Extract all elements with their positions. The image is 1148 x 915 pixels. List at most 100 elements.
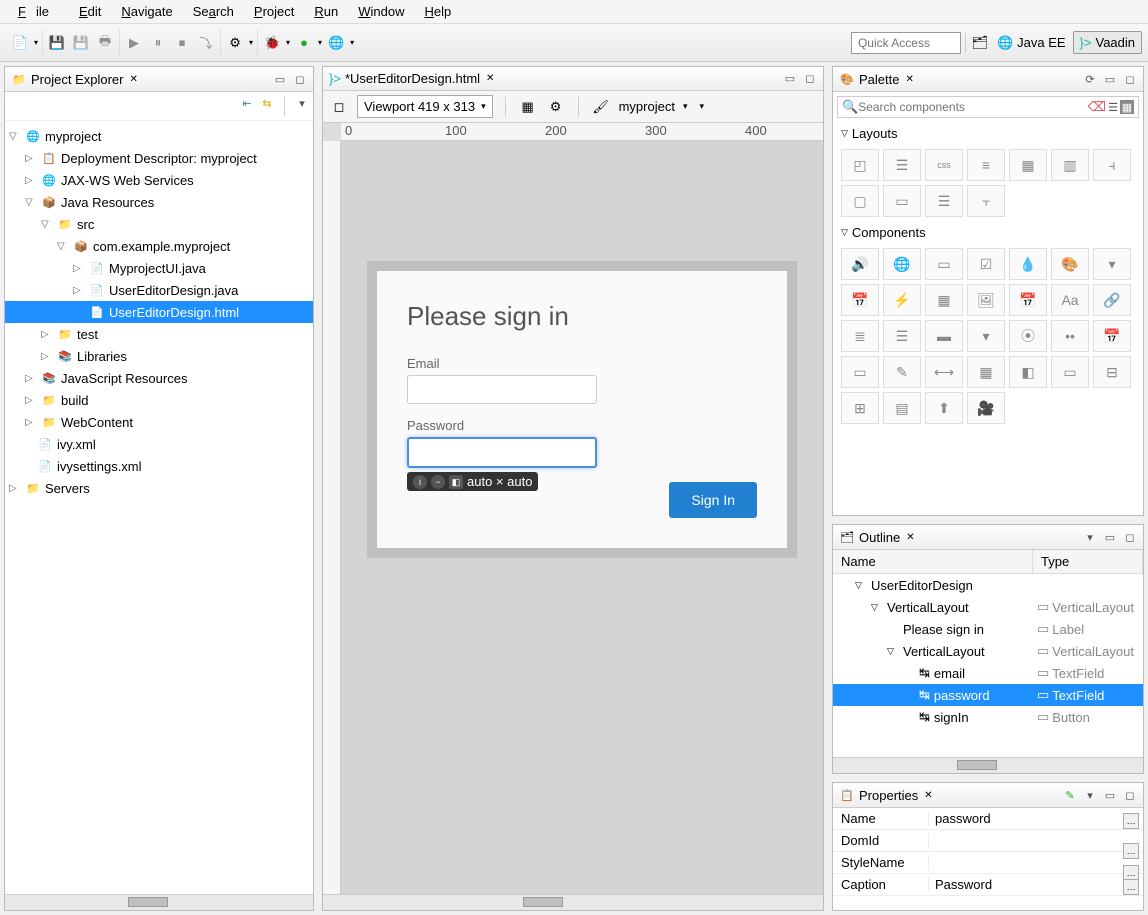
outline-row[interactable]: ↹email▭TextField [833,662,1143,684]
comp-richtext[interactable]: ✎ [883,356,921,388]
menu-navigate[interactable]: Navigate [111,2,182,21]
password-field[interactable] [407,437,597,468]
minimize-outline-icon[interactable]: ▭ [1103,530,1117,544]
stop-button[interactable]: ⏹ [172,33,192,53]
comp-tabsheet[interactable]: ◧ [1009,356,1047,388]
comp-grid[interactable]: ▦ [925,284,963,316]
open-perspective-icon[interactable]: 🗂 [970,33,990,53]
maximize-palette-icon[interactable]: ◻ [1123,72,1137,86]
layout-panel[interactable]: ▢ [841,185,879,217]
comp-menubar[interactable]: ☰ [883,320,921,352]
layout-form[interactable]: ≡ [967,149,1005,181]
print-button[interactable]: 🖶 [95,33,115,53]
canvas-area[interactable]: 0 100 200 300 400 Please sign in Email P… [323,123,823,894]
link-editor-icon[interactable]: ⇆ [260,96,274,110]
palette-search[interactable]: 🔍 ⌫ ☰ ▦ [837,96,1139,118]
minimize-editor-icon[interactable]: ▭ [783,72,797,86]
explorer-scrollbar[interactable] [5,894,313,910]
gear1-icon[interactable]: ⚙ [225,33,245,53]
comp-button[interactable]: ▭ [925,248,963,280]
menu-search[interactable]: Search [183,2,244,21]
quick-access-input[interactable] [851,32,961,54]
outline-row[interactable]: ▽VerticalLayout▭VerticalLayout [833,640,1143,662]
layouts-header[interactable]: ▽Layouts [833,122,1143,145]
debug-button[interactable]: 🐞 [262,33,282,53]
tree-javares[interactable]: ▽📦Java Resources [5,191,313,213]
comp-flash[interactable]: ⚡ [883,284,921,316]
tree-build[interactable]: ▷📁build [5,389,313,411]
bound-icon[interactable]: ◻ [329,97,349,117]
grid-icon[interactable]: ▦ [518,97,538,117]
layout-horizontal[interactable]: ▥ [1051,149,1089,181]
outline-scrollbar[interactable] [833,757,1143,773]
comp-label[interactable]: Aa [1051,284,1089,316]
tree-servers[interactable]: ▷📁Servers [5,477,313,499]
outline-row[interactable]: ▽VerticalLayout▭VerticalLayout [833,596,1143,618]
layout-grid[interactable]: ▦ [1009,149,1047,181]
prop-edit-button[interactable]: … [1123,879,1139,895]
tree-src[interactable]: ▽📁src [5,213,313,235]
outline-row[interactable]: ↹password▭TextField [833,684,1143,706]
close-tab-icon[interactable]: ✕ [129,74,137,85]
signin-button[interactable]: Sign In [669,482,757,518]
comp-optiongroup[interactable]: ⦿ [1009,320,1047,352]
settings-icon[interactable]: ⚙ [546,97,566,117]
close-editor-icon[interactable]: ✕ [486,73,494,84]
comp-tree[interactable]: ⊞ [841,392,879,424]
layout-absolute[interactable]: ◰ [841,149,879,181]
comp-checkbox[interactable]: ☑ [967,248,1005,280]
layout-accordion[interactable]: ☰ [883,149,921,181]
layout-css[interactable]: css [925,149,963,181]
palette-search-input[interactable] [858,100,1087,114]
comp-nativebtn[interactable]: ▬ [925,320,963,352]
clear-search-icon[interactable]: ⌫ [1088,99,1106,115]
theme-icon[interactable]: 🖌 [591,97,611,117]
comp-password[interactable]: •• [1051,320,1089,352]
comp-datefield[interactable]: 📅 [841,284,879,316]
email-field[interactable] [407,375,597,404]
properties-table[interactable]: Namepassword…DomId…StyleName…CaptionPass… [833,808,1143,896]
run-button[interactable]: ● [294,33,314,53]
save-all-button[interactable]: 💾 [71,33,91,53]
col-name[interactable]: Name [833,550,1033,573]
outline-row[interactable]: ▽UserEditorDesign [833,574,1143,596]
close-palette-icon[interactable]: ✕ [905,74,913,85]
project-tree[interactable]: ▽🌐myproject ▷📋Deployment Descriptor: myp… [5,121,313,894]
new-button[interactable]: 📄 [10,33,30,53]
theme-name[interactable]: myproject [619,99,675,114]
tree-ivyset[interactable]: 📄ivysettings.xml [5,455,313,477]
collapse-all-icon[interactable]: ⇤ [240,96,254,110]
comp-upload[interactable]: ⬆ [925,392,963,424]
tree-jsres[interactable]: ▷📚JavaScript Resources [5,367,313,389]
comp-combobox[interactable]: ▾ [1093,248,1131,280]
comp-textfield[interactable]: ⊟ [1093,356,1131,388]
comp-audio[interactable]: 🔊 [841,248,879,280]
comp-list[interactable]: ≣ [841,320,879,352]
comp-colorpicker[interactable]: 💧 [1009,248,1047,280]
comp-slider[interactable]: ⟷ [925,356,963,388]
tree-test[interactable]: ▷📁test [5,323,313,345]
menu-edit[interactable]: Edit [69,2,111,21]
menu-file[interactable]: File [8,2,69,21]
layout-tab[interactable]: ▭ [883,185,921,217]
comp-colorarea[interactable]: 🎨 [1051,248,1089,280]
resume-button[interactable]: ▶ [124,33,144,53]
menu-window[interactable]: Window [348,2,414,21]
comp-nativesel[interactable]: ▾ [967,320,1005,352]
refresh-icon[interactable]: ⟳ [1083,72,1097,86]
perspective-vaadin[interactable]: }> Vaadin [1073,31,1142,54]
comp-textarea[interactable]: ▭ [1051,356,1089,388]
view-menu-icon[interactable]: ▾ [295,96,309,110]
outline-tree[interactable]: ▽UserEditorDesign▽VerticalLayout▭Vertica… [833,574,1143,757]
menu-run[interactable]: Run [304,2,348,21]
run-last-button[interactable]: 🌐 [326,33,346,53]
comp-image[interactable]: 🖼 [967,284,1005,316]
minimize-palette-icon[interactable]: ▭ [1103,72,1117,86]
tree-deployment[interactable]: ▷📋Deployment Descriptor: myproject [5,147,313,169]
outline-row[interactable]: Please sign in▭Label [833,618,1143,640]
outline-row[interactable]: ↹signIn▭Button [833,706,1143,728]
property-row[interactable]: DomId… [833,830,1143,852]
comp-inlinedate[interactable]: 📅 [1009,284,1047,316]
props-menu-icon[interactable]: ▾ [1083,788,1097,802]
maximize-editor-icon[interactable]: ◻ [803,72,817,86]
